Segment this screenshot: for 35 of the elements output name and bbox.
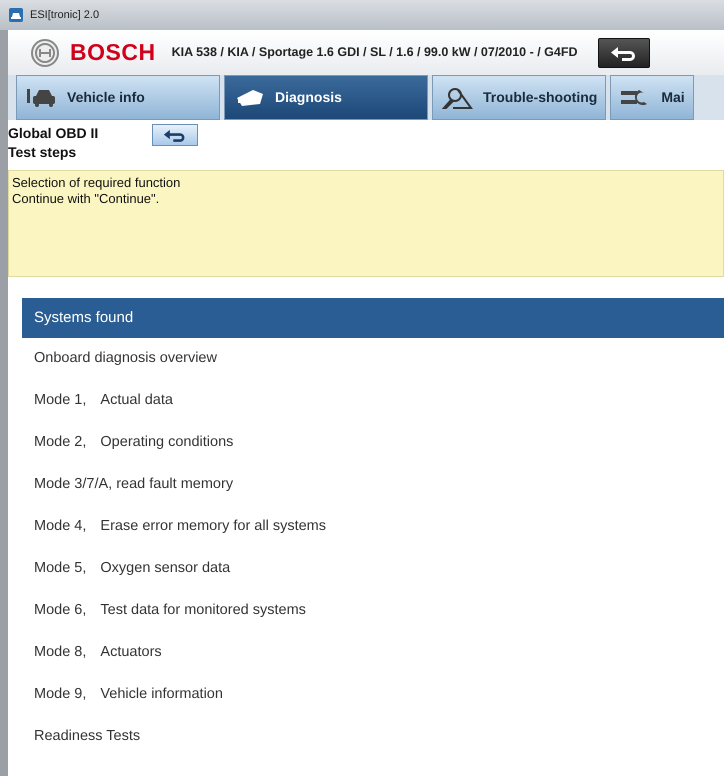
mode-code: Mode 9, — [34, 685, 86, 704]
list-header: Systems found — [22, 298, 724, 338]
vehicle-info: KIA 538 / KIA / Sportage 1.6 GDI / SL / 1.6 / 99.0 kW / 07/2010 - / G4FD — [172, 44, 578, 62]
mode-code: Mode 6, — [34, 601, 86, 620]
tab[interactable]: Diagnosis — [224, 75, 428, 120]
function-item[interactable]: Onboard diagnosis overview — [34, 348, 217, 370]
mode-code: Mode 2, — [34, 433, 86, 452]
brand-name: BOSCH — [70, 38, 156, 68]
function-item[interactable]: Actuators — [100, 642, 162, 664]
window-title: ESI[tronic] 2.0 — [30, 8, 100, 23]
function-item[interactable]: Readiness Tests — [34, 726, 140, 748]
back-icon — [610, 44, 638, 60]
function-item[interactable]: Actual data — [100, 390, 173, 412]
logo-icon — [30, 38, 60, 68]
function-item[interactable]: Test data for monitored systems — [100, 600, 306, 622]
magnifier-icon — [441, 86, 473, 110]
tab[interactable]: Vehicle info — [16, 75, 220, 120]
mode-code: Mode 4, — [34, 517, 86, 536]
mode-code: Mode 1, — [34, 391, 86, 410]
mode-code: Mode 5, — [34, 559, 86, 578]
function-item[interactable]: Erase error memory for all systems — [100, 516, 326, 538]
section-title: Global OBD II — [8, 124, 98, 143]
mode-code: Mode 8, — [34, 643, 86, 662]
tab[interactable]: Mai — [610, 75, 694, 120]
back-icon — [163, 128, 188, 142]
function-item[interactable]: Vehicle information — [100, 684, 223, 706]
instruction-box: Selection of required function Continue with "Continue". — [8, 170, 724, 277]
app-icon — [8, 7, 24, 23]
function-item[interactable]: Operating conditions — [100, 432, 234, 454]
function-item[interactable]: Oxygen sensor data — [100, 558, 230, 580]
section-subtitle: Test steps — [8, 143, 78, 162]
tab[interactable]: Trouble-shooting — [432, 75, 606, 120]
back-button[interactable] — [152, 124, 198, 146]
back-button[interactable] — [598, 38, 650, 68]
function-item[interactable]: Mode 3/7/A, read fault memory — [34, 474, 234, 496]
